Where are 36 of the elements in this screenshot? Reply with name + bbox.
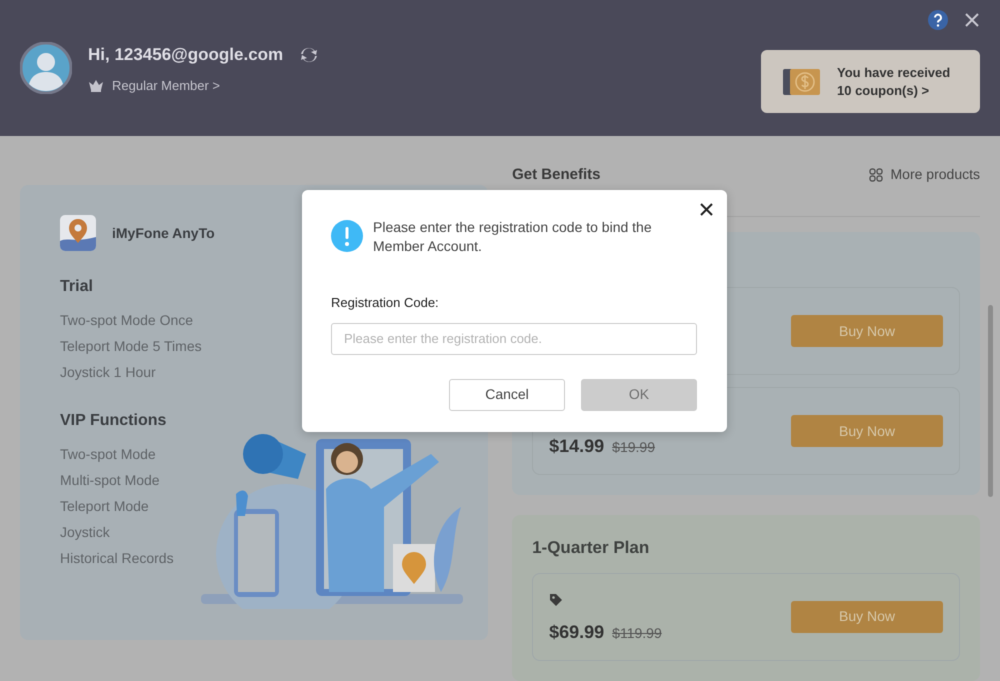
original-price-text: $19.99 <box>612 438 655 457</box>
feature-item: Teleport Mode 5 Times <box>60 337 202 356</box>
help-icon[interactable] <box>928 10 948 30</box>
section-heading: Get Benefits <box>512 165 600 185</box>
field-label: Registration Code: <box>331 294 440 312</box>
cancel-button[interactable]: Cancel <box>449 378 565 410</box>
avatar-icon <box>20 42 72 94</box>
section-heading: Trial <box>60 277 94 297</box>
app-logo-icon <box>60 215 96 251</box>
feature-item: Two-spot Mode Once <box>60 311 194 330</box>
info-icon <box>331 220 363 252</box>
registration-code-field[interactable]: Please enter the registration code. <box>331 322 697 354</box>
feature-item: Teleport Mode <box>60 497 149 516</box>
plan-title: 1-Quarter Plan <box>532 537 650 559</box>
close-icon <box>700 203 713 216</box>
more-products-link[interactable]: More products <box>868 164 980 185</box>
feature-item: Two-spot Mode <box>60 445 156 464</box>
product-name: iMyFone AnyTo <box>112 224 215 243</box>
feature-item: Multi-spot Mode <box>60 471 160 490</box>
feature-item: Historical Records <box>60 549 174 568</box>
price-text: $69.99 <box>549 620 604 644</box>
scrollbar[interactable] <box>988 305 993 497</box>
section-heading: VIP Functions <box>60 411 168 431</box>
feature-item: Joystick <box>60 523 110 542</box>
close-icon[interactable] <box>964 12 980 28</box>
original-price-text: $119.99 <box>612 624 662 642</box>
membership-link[interactable]: Regular Member > <box>112 76 220 95</box>
coupon-text: You have received <box>837 64 950 82</box>
price-text: $14.99 <box>549 435 604 458</box>
feature-item: Joystick 1 Hour <box>60 363 156 382</box>
coupon-count-link[interactable]: 10 coupon(s) > <box>837 82 950 100</box>
greeting-text: Hi, 123456@google.com <box>88 44 284 66</box>
coupon-banner[interactable]: You have received 10 coupon(s) > <box>761 50 980 113</box>
crown-icon <box>88 78 104 92</box>
grid-icon <box>868 168 883 182</box>
dialog-message: Please enter the registration code to bind the Member Account. <box>373 218 653 256</box>
